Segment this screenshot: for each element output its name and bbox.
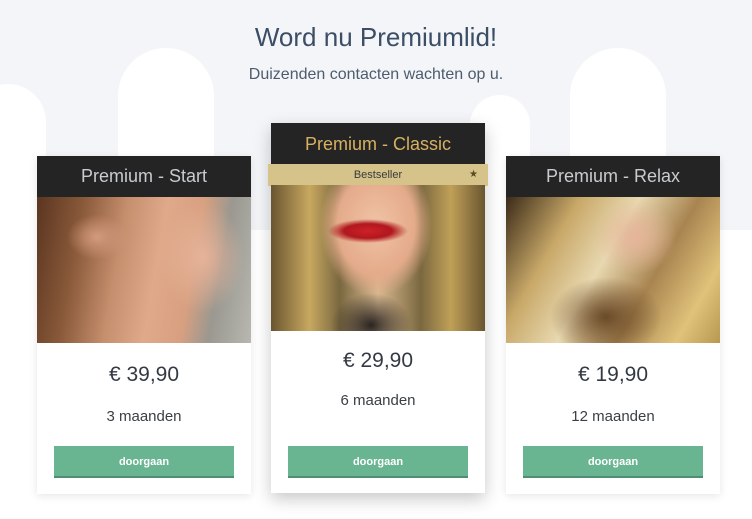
plan-image — [271, 185, 485, 331]
plan-title: Premium - Relax — [506, 156, 720, 197]
bestseller-badge: Bestseller ★ — [268, 164, 488, 186]
continue-button[interactable]: doorgaan — [523, 446, 703, 478]
plan-duration: 12 maanden — [571, 408, 655, 425]
star-icon: ★ — [469, 169, 478, 180]
plan-duration: 6 maanden — [340, 392, 416, 409]
plan-price: € 29,90 — [342, 349, 414, 372]
page-title: Word nu Premiumlid! — [254, 22, 498, 52]
plan-price: € 39,90 — [108, 363, 180, 386]
plan-title: Premium - Classic — [271, 123, 485, 165]
plan-image — [37, 197, 251, 343]
plan-image — [506, 197, 720, 343]
page-subtitle: Duizenden contacten wachten op u. — [248, 66, 504, 83]
continue-button[interactable]: doorgaan — [288, 446, 468, 478]
plan-title: Premium - Start — [37, 156, 251, 197]
plan-card-start: Premium - Start € 39,90 3 maanden doorga… — [37, 156, 251, 494]
plan-duration: 3 maanden — [106, 408, 182, 425]
plan-card-relax: Premium - Relax € 19,90 12 maanden doorg… — [506, 156, 720, 494]
badge-label: Bestseller — [353, 169, 403, 181]
plan-price: € 19,90 — [577, 363, 649, 386]
plan-card-classic: Premium - Classic Bestseller ★ € 29,90 6… — [268, 123, 488, 493]
continue-button[interactable]: doorgaan — [54, 446, 234, 478]
